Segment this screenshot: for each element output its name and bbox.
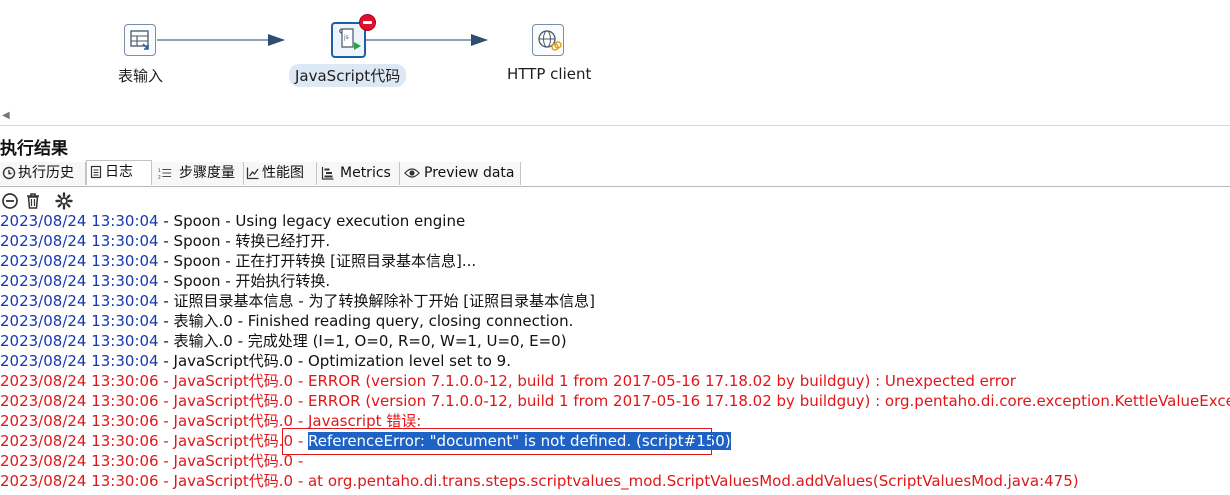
log-timestamp: 2023/08/24 13:30:04 — [0, 352, 159, 370]
log-message: - Spoon - Using legacy execution engine — [158, 212, 466, 230]
log-line: 2023/08/24 13:30:06 - JavaScript代码.0 - a… — [0, 471, 1230, 491]
tab-execution-history[interactable]: 执行历史 — [0, 162, 86, 185]
tab-preview-data[interactable]: Preview data — [400, 162, 521, 185]
step-label-table-input[interactable]: 表输入 — [118, 65, 163, 86]
log-message: - 证照目录基本信息 - 为了转换解除补丁开始 [证照目录基本信息] — [158, 292, 595, 310]
log-timestamp: 2023/08/24 13:30:06 — [0, 372, 159, 390]
log-timestamp: 2023/08/24 13:30:06 — [0, 392, 159, 410]
canvas-horizontal-scrollbar[interactable]: ◀ — [0, 107, 1230, 126]
log-timestamp: 2023/08/24 13:30:06 — [0, 412, 159, 430]
history-clock-icon — [2, 166, 16, 180]
log-message: - JavaScript代码.0 - at org.pentaho.di.tra… — [158, 472, 1079, 490]
hop-connections — [157, 34, 488, 46]
performance-chart-icon — [246, 167, 259, 180]
tab-label: 执行历史 — [18, 165, 74, 181]
log-timestamp: 2023/08/24 13:30:06 — [0, 432, 159, 450]
preview-eye-icon — [404, 168, 420, 178]
log-selected-text[interactable]: ReferenceError: "document" is not define… — [308, 432, 731, 450]
log-timestamp: 2023/08/24 13:30:04 — [0, 332, 159, 350]
log-line: 2023/08/24 13:30:04 - Spoon - Using lega… — [0, 211, 1230, 231]
log-timestamp: 2023/08/24 13:30:04 — [0, 212, 159, 230]
log-output[interactable]: 2023/08/24 13:30:04 - Spoon - Using lega… — [0, 211, 1230, 491]
svg-text:js: js — [343, 34, 349, 41]
stop-circle-icon[interactable] — [1, 192, 19, 210]
metrics-gantt-icon — [321, 167, 334, 180]
log-message: - 表输入.0 - Finished reading query, closin… — [158, 312, 574, 330]
log-line: 2023/08/24 13:30:04 - Spoon - 转换已经打开. — [0, 231, 1230, 251]
log-line: 2023/08/24 13:30:06 - JavaScript代码.0 - J… — [0, 411, 1230, 431]
log-line: 2023/08/24 13:30:06 - JavaScript代码.0 - R… — [0, 431, 1230, 451]
log-line: 2023/08/24 13:30:04 - 证照目录基本信息 - 为了转换解除补… — [0, 291, 1230, 311]
svg-text:2: 2 — [158, 174, 161, 180]
step-table-input[interactable] — [124, 24, 156, 56]
transformation-canvas[interactable]: 表输入 js JavaScript代码 HTTP client — [0, 0, 1230, 107]
log-timestamp: 2023/08/24 13:30:04 — [0, 232, 159, 250]
gear-icon[interactable] — [55, 192, 73, 210]
log-document-icon — [90, 165, 102, 179]
log-message: - JavaScript代码.0 - — [158, 452, 304, 470]
log-line: 2023/08/24 13:30:04 - 表输入.0 - Finished r… — [0, 311, 1230, 331]
http-client-globe-icon — [538, 30, 562, 51]
log-timestamp: 2023/08/24 13:30:06 — [0, 452, 159, 470]
log-message: - JavaScript代码.0 - ERROR (version 7.1.0.… — [158, 392, 1230, 410]
log-line: 2023/08/24 13:30:06 - JavaScript代码.0 - E… — [0, 391, 1230, 411]
log-message: - JavaScript代码.0 - Javascript 错误: — [158, 412, 422, 430]
table-input-icon — [130, 30, 149, 50]
log-line: 2023/08/24 13:30:06 - JavaScript代码.0 - — [0, 451, 1230, 471]
log-line: 2023/08/24 13:30:04 - JavaScript代码.0 - O… — [0, 351, 1230, 371]
hop-arrow-1 — [268, 34, 285, 46]
log-message: - Spoon - 转换已经打开. — [158, 232, 331, 250]
log-timestamp: 2023/08/24 13:30:04 — [0, 252, 159, 270]
javascript-script-icon: js — [339, 28, 361, 50]
tab-label: Preview data — [424, 165, 515, 181]
scroll-left-arrow-icon[interactable]: ◀ — [2, 110, 10, 121]
log-line: 2023/08/24 13:30:04 - 表输入.0 - 完成处理 (I=1,… — [0, 331, 1230, 351]
log-line: 2023/08/24 13:30:04 - Spoon - 正在打开转换 [证照… — [0, 251, 1230, 271]
log-message: - JavaScript代码.0 - ERROR (version 7.1.0.… — [158, 372, 1016, 390]
step-label-javascript[interactable]: JavaScript代码 — [289, 64, 407, 87]
svg-text:1: 1 — [158, 168, 161, 174]
tab-label: 步骤度量 — [179, 165, 235, 181]
log-message: - JavaScript代码.0 - Optimization level se… — [158, 352, 511, 370]
log-timestamp: 2023/08/24 13:30:04 — [0, 312, 159, 330]
tab-label: 日志 — [105, 164, 133, 180]
tab-log[interactable]: 日志 — [86, 160, 152, 185]
trash-icon[interactable] — [24, 192, 42, 210]
step-http-client[interactable] — [532, 24, 564, 56]
hop-arrow-2 — [471, 34, 488, 46]
step-error-badge[interactable] — [359, 14, 376, 31]
step-label-http-client[interactable]: HTTP client — [507, 65, 591, 83]
tab-performance-graph[interactable]: 性能图 — [244, 162, 317, 185]
log-message: - Spoon - 开始执行转换. — [158, 272, 331, 290]
tab-label: Metrics — [340, 165, 391, 181]
log-timestamp: 2023/08/24 13:30:06 — [0, 472, 159, 490]
tab-step-metrics[interactable]: 1 2 步骤度量 — [152, 162, 244, 185]
tab-metrics[interactable]: Metrics — [317, 162, 400, 185]
step-metrics-list-icon: 1 2 — [158, 168, 172, 180]
log-message: - JavaScript代码.0 - — [158, 432, 308, 450]
log-timestamp: 2023/08/24 13:30:04 — [0, 292, 159, 310]
tab-label: 性能图 — [262, 165, 304, 181]
log-message: - Spoon - 正在打开转换 [证照目录基本信息]... — [158, 252, 477, 270]
log-line: 2023/08/24 13:30:06 - JavaScript代码.0 - E… — [0, 371, 1230, 391]
results-panel-title: 执行结果 — [0, 139, 68, 159]
log-timestamp: 2023/08/24 13:30:04 — [0, 272, 159, 290]
log-message: - 表输入.0 - 完成处理 (I=1, O=0, R=0, W=1, U=0,… — [158, 332, 567, 350]
results-tabs: 执行历史 日志 1 2 步骤度量 性能图 Metrics Preview dat… — [0, 160, 1230, 187]
log-line: 2023/08/24 13:30:04 - Spoon - 开始执行转换. — [0, 271, 1230, 291]
